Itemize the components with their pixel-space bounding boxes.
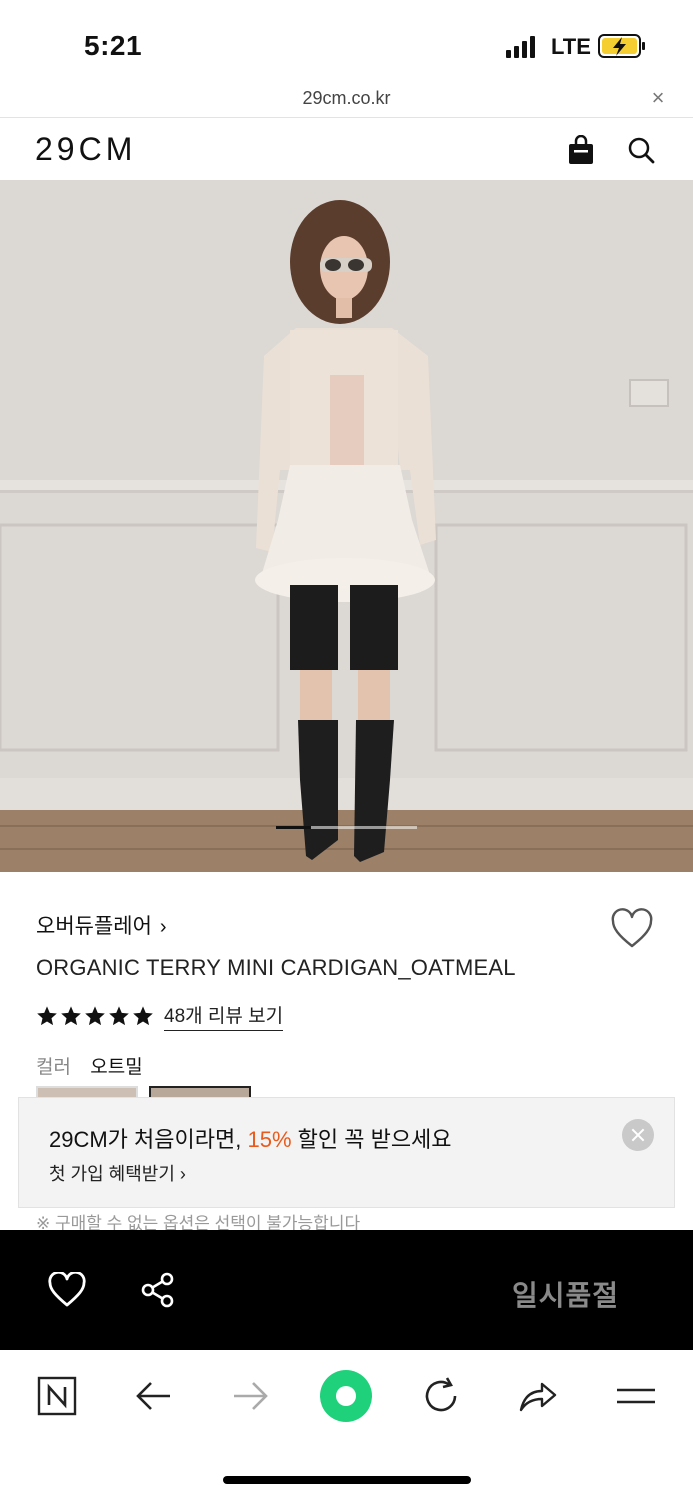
product-image[interactable] <box>0 180 693 872</box>
soldout-button[interactable]: 일시품절 <box>512 1274 619 1314</box>
reload-icon[interactable] <box>421 1376 461 1416</box>
star-icon <box>133 1006 153 1026</box>
status-time: 5:21 <box>84 30 143 61</box>
product-name: ORGANIC TERRY MINI CARDIGAN_OATMEAL <box>36 955 516 980</box>
carousel-active-segment <box>276 826 311 829</box>
chevron-right-icon: › <box>159 916 167 938</box>
url-bar[interactable]: 29cm.co.kr × <box>0 82 693 118</box>
option-notice: ※ 구매할 수 없는 옵션은 선택이 불가능합니다 <box>36 1214 361 1230</box>
color-option-row: 컬러 오트밀 <box>36 1052 143 1079</box>
close-icon[interactable]: × <box>648 86 668 110</box>
rating-row: 48개 리뷰 보기 <box>36 1001 284 1031</box>
shopping-bag-icon[interactable] <box>566 135 596 165</box>
star-icon <box>61 1006 81 1026</box>
green-home-icon[interactable] <box>320 1370 372 1422</box>
brand-link[interactable]: 오버듀플레어 › <box>36 910 167 940</box>
star-icon <box>37 1006 57 1026</box>
star-icon <box>109 1006 129 1026</box>
heart-icon[interactable] <box>48 1272 86 1308</box>
purchase-action-bar: 일시품절 <box>0 1230 693 1350</box>
review-link[interactable]: 48개 리뷰 보기 <box>164 1001 284 1031</box>
browser-toolbar <box>0 1350 693 1500</box>
carousel-indicator <box>276 826 417 829</box>
promo-title-pre: 29CM가 처음이라면, <box>49 1127 248 1152</box>
signup-benefit-link[interactable]: 첫 가입 혜택받기 › <box>49 1160 186 1186</box>
network-label: LTE <box>551 34 591 59</box>
product-photo <box>0 180 693 872</box>
menu-icon[interactable] <box>615 1376 655 1416</box>
promo-banner[interactable]: 29CM가 처음이라면, 15% 할인 꼭 받으세요 첫 가입 혜택받기 › <box>18 1097 675 1208</box>
search-icon[interactable] <box>626 135 656 165</box>
star-rating <box>36 1005 154 1027</box>
status-bar: 5:21 LTE <box>0 0 693 88</box>
share-icon[interactable] <box>518 1376 558 1416</box>
promo-title: 29CM가 처음이라면, 15% 할인 꼭 받으세요 <box>49 1122 452 1154</box>
site-header: 29CM <box>0 119 693 180</box>
color-value: 오트밀 <box>90 1057 143 1078</box>
share-icon[interactable] <box>140 1272 176 1308</box>
site-logo[interactable]: 29CM <box>35 131 136 168</box>
close-icon[interactable] <box>622 1119 654 1151</box>
signal-icon <box>506 36 535 58</box>
url-text[interactable]: 29cm.co.kr <box>0 88 693 109</box>
forward-arrow-icon[interactable] <box>230 1376 270 1416</box>
battery-charging-icon <box>598 34 645 58</box>
color-label: 컬러 <box>36 1057 71 1078</box>
promo-discount: 15% <box>247 1127 292 1152</box>
naver-n-icon[interactable] <box>37 1376 77 1416</box>
heart-icon[interactable] <box>610 908 654 950</box>
brand-name: 오버듀플레어 <box>36 915 152 938</box>
back-arrow-icon[interactable] <box>134 1376 174 1416</box>
promo-title-post: 할인 꼭 받으세요 <box>291 1127 452 1152</box>
star-icon <box>85 1006 105 1026</box>
home-indicator <box>223 1476 471 1484</box>
